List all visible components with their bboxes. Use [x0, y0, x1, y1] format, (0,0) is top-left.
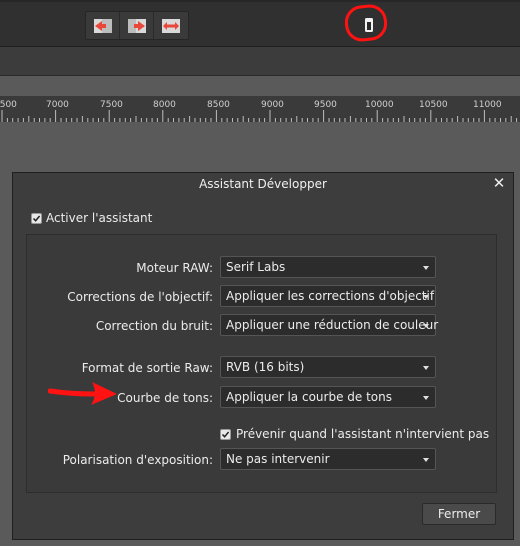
warn-no-action-label: Prévenir quand l'assistant n'intervient … — [236, 427, 490, 441]
enable-assistant-checkbox[interactable] — [31, 213, 42, 224]
ruler-label: 9500 — [314, 100, 337, 110]
ruler-label: 10500 — [419, 100, 448, 110]
annotation-arrow — [48, 382, 117, 405]
dialog-title: Assistant Développer — [199, 177, 327, 191]
arrow-out-left-icon — [127, 18, 146, 33]
chevron-down-icon — [423, 266, 429, 270]
warn-no-action-checkbox[interactable] — [220, 429, 231, 440]
ruler-label: 7500 — [100, 100, 123, 110]
tone-curve-value: Appliquer la courbe de tons — [226, 390, 392, 404]
ruler-label: 11000 — [473, 100, 502, 110]
secondary-toolbar — [0, 47, 520, 76]
ruler-label: 7000 — [46, 100, 69, 110]
checkmark-icon — [221, 431, 230, 438]
assistant-settings-panel: Moteur RAW: Serif Labs Corrections de l'… — [26, 234, 497, 493]
develop-assistant-dialog: Assistant Développer ✕ Activer l'assista… — [12, 172, 514, 540]
ruler-label: 10000 — [365, 100, 394, 110]
arrow-out-left-button[interactable] — [120, 12, 154, 39]
ruler-label: 9000 — [261, 100, 284, 110]
chevron-down-icon — [423, 366, 429, 370]
chevron-down-icon — [423, 396, 429, 400]
close-button[interactable]: Fermer — [422, 503, 496, 525]
lens-corrections-label: Corrections de l'objectif: — [67, 290, 213, 304]
context-toolbar — [0, 0, 520, 47]
horizontal-ruler: 6500 7000 7500 8000 8500 9000 9500 10000… — [0, 96, 520, 122]
checkmark-icon — [32, 215, 41, 222]
chevron-down-icon — [423, 324, 429, 328]
raw-output-format-value: RVB (16 bits) — [226, 360, 305, 374]
ruler-label: 8500 — [207, 100, 230, 110]
lens-corrections-select[interactable]: Appliquer les corrections d'objectif — [220, 285, 436, 307]
ruler-label: 6500 — [0, 100, 17, 110]
ruler-label: 8000 — [153, 100, 176, 110]
raw-engine-select[interactable]: Serif Labs — [220, 256, 436, 278]
exposure-bias-label: Polarisation d'exposition: — [62, 453, 213, 467]
chevron-down-icon — [423, 295, 429, 299]
exposure-bias-select[interactable]: Ne pas intervenir — [220, 448, 436, 470]
toolbar-button-group — [85, 11, 189, 40]
noise-reduction-label: Correction du bruit: — [95, 319, 213, 333]
annotation-circle — [343, 2, 389, 44]
arrow-in-left-icon — [93, 18, 112, 33]
noise-reduction-select[interactable]: Appliquer une réduction de couleur — [220, 314, 439, 336]
noise-reduction-value: Appliquer une réduction de couleur — [226, 318, 439, 332]
raw-output-format-select[interactable]: RVB (16 bits) — [220, 356, 436, 378]
exposure-bias-value: Ne pas intervenir — [226, 452, 330, 466]
arrows-horizontal-icon — [162, 18, 180, 33]
close-icon[interactable]: ✕ — [492, 176, 506, 191]
enable-assistant-label: Activer l'assistant — [46, 211, 153, 225]
arrows-horizontal-button[interactable] — [154, 12, 188, 39]
chevron-down-icon — [423, 458, 429, 462]
raw-output-format-label: Format de sortie Raw: — [81, 361, 213, 375]
raw-engine-value: Serif Labs — [226, 260, 286, 274]
raw-engine-label: Moteur RAW: — [136, 261, 213, 275]
toolbar-top-strip — [0, 0, 520, 2]
lens-corrections-value: Appliquer les corrections d'objectif — [226, 289, 435, 303]
arrow-in-left-button[interactable] — [86, 12, 120, 39]
tone-curve-select[interactable]: Appliquer la courbe de tons — [220, 386, 436, 408]
